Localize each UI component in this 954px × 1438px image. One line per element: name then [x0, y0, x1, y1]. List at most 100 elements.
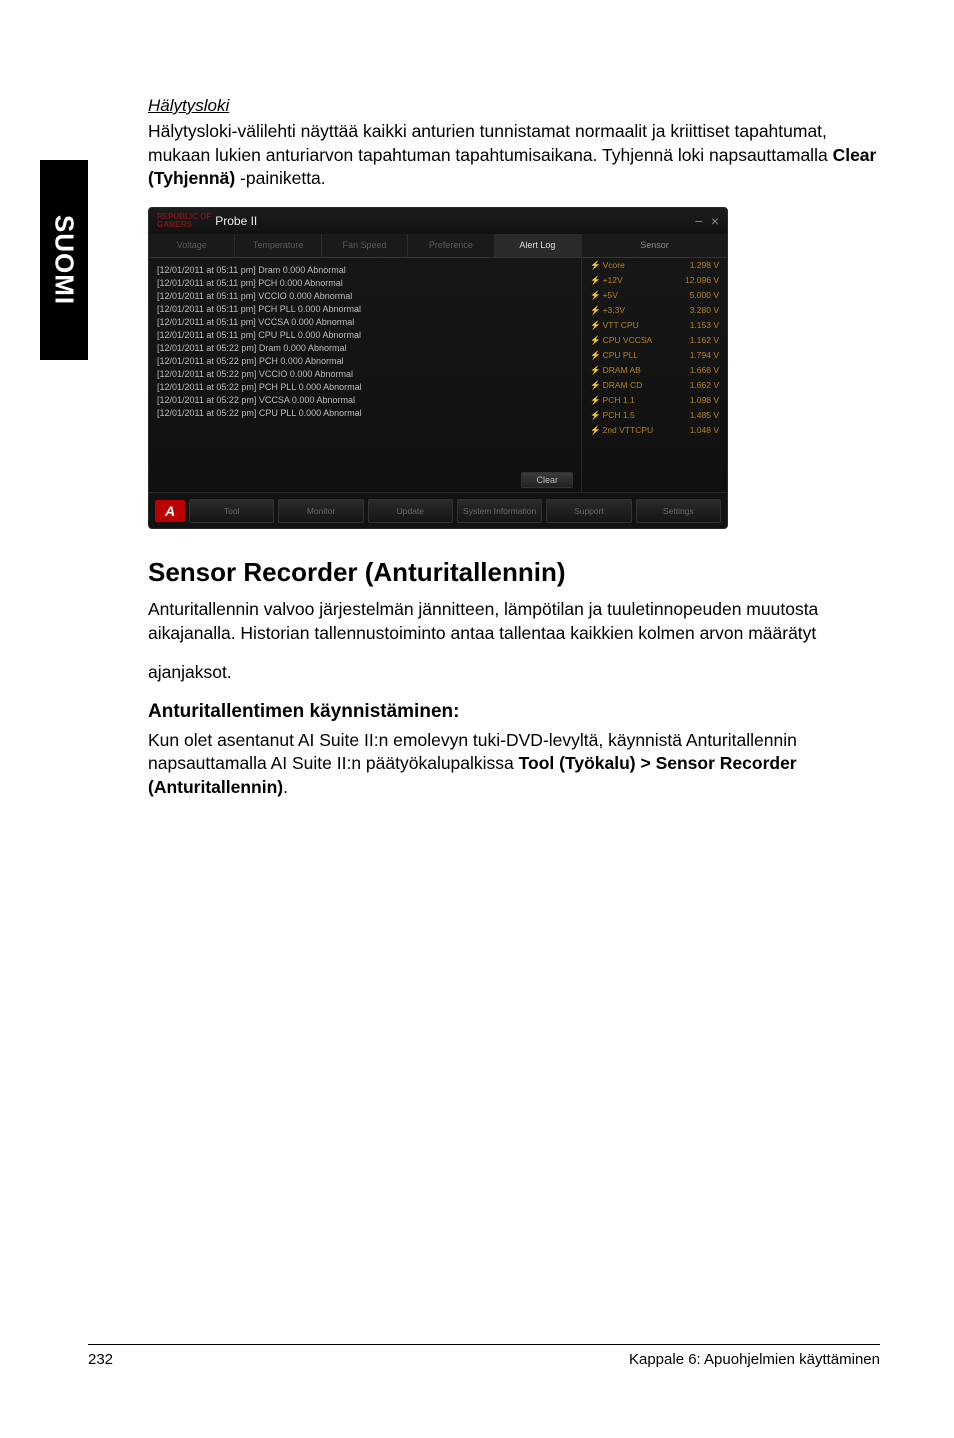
- sensor-value: 1.098 V: [690, 395, 719, 405]
- sensor-pane: Sensor ⚡Vcore1.298 V ⚡+12V12.096 V ⚡+5V5…: [581, 234, 727, 492]
- intro-paragraph: Hälytysloki-välilehti näyttää kaikki ant…: [148, 120, 880, 191]
- sensor-name: PCH 1.5: [603, 410, 635, 420]
- sensor-row: ⚡DRAM AB1.668 V: [582, 363, 727, 378]
- sensor-value: 1.794 V: [690, 350, 719, 360]
- page-content: Hälytysloki Hälytysloki-välilehti näyttä…: [148, 96, 880, 816]
- clear-row: Clear: [149, 468, 581, 492]
- tab-voltage[interactable]: Voltage: [149, 234, 235, 257]
- bolt-icon: ⚡: [590, 305, 601, 315]
- sensor-name: PCH 1.1: [603, 395, 635, 405]
- bolt-icon: ⚡: [590, 380, 601, 390]
- log-line: [12/01/2011 at 05:11 pm] CPU PLL 0.000 A…: [157, 329, 573, 342]
- brand: REPUBLIC OF GAMERS Probe II: [157, 213, 257, 229]
- log-line: [12/01/2011 at 05:22 pm] PCH PLL 0.000 A…: [157, 381, 573, 394]
- left-pane: Voltage Temperature Fan Speed Preference…: [149, 234, 581, 492]
- sensor-value: 1.298 V: [690, 260, 719, 270]
- sensor-header: Sensor: [582, 234, 727, 258]
- sensor-row: ⚡PCH 1.1 1.098 V: [582, 393, 727, 408]
- sensor-name: VTT CPU: [603, 320, 639, 330]
- sensor-recorder-para-tail: ajanjaksot.: [148, 661, 880, 685]
- sensor-name: +3.3V: [603, 305, 625, 315]
- side-language-label: SUOMI: [49, 215, 80, 305]
- start-subheading: Anturitallentimen käynnistäminen:: [148, 701, 880, 723]
- minimize-button[interactable]: −: [695, 213, 703, 229]
- log-line: [12/01/2011 at 05:22 pm] PCH 0.000 Abnor…: [157, 355, 573, 368]
- brand-bottom: GAMERS: [157, 221, 211, 229]
- start-paragraph: Kun olet asentanut AI Suite II:n emolevy…: [148, 729, 880, 800]
- sensor-recorder-para: Anturitallennin valvoo järjestelmän jänn…: [148, 598, 880, 645]
- system-info-button[interactable]: System Information: [457, 499, 542, 523]
- sensor-value: 1.153 V: [690, 320, 719, 330]
- log-line: [12/01/2011 at 05:22 pm] VCCSA 0.000 Abn…: [157, 394, 573, 407]
- sensor-recorder-heading: Sensor Recorder (Anturitallennin): [148, 557, 880, 588]
- bolt-icon: ⚡: [590, 350, 601, 360]
- tab-alert-log[interactable]: Alert Log: [495, 234, 581, 257]
- log-line: [12/01/2011 at 05:11 pm] Dram 0.000 Abno…: [157, 264, 573, 277]
- brand-logo-icon: A: [155, 500, 185, 522]
- titlebar: REPUBLIC OF GAMERS Probe II − ×: [149, 208, 727, 234]
- tab-temperature[interactable]: Temperature: [235, 234, 321, 257]
- intro-text: Hälytysloki-välilehti näyttää kaikki ant…: [148, 121, 833, 165]
- bolt-icon: ⚡: [590, 290, 601, 300]
- sensor-name: CPU VCCSA: [603, 335, 653, 345]
- log-line: [12/01/2011 at 05:22 pm] Dram 0.000 Abno…: [157, 342, 573, 355]
- log-line: [12/01/2011 at 05:22 pm] VCCIO 0.000 Abn…: [157, 368, 573, 381]
- sensor-row: ⚡2nd VTTCPU1.048 V: [582, 423, 727, 438]
- sensor-name: 2nd VTTCPU: [603, 425, 654, 435]
- support-button[interactable]: Support: [546, 499, 631, 523]
- sensor-name: Vcore: [603, 260, 625, 270]
- probe-ii-screenshot: REPUBLIC OF GAMERS Probe II − × Voltage …: [148, 207, 728, 529]
- side-language-tab: SUOMI: [40, 160, 88, 360]
- settings-button[interactable]: Settings: [636, 499, 721, 523]
- sensor-value: 12.096 V: [685, 275, 719, 285]
- brand-text: REPUBLIC OF GAMERS: [157, 213, 211, 229]
- sensor-row: ⚡DRAM CD 1.662 V: [582, 378, 727, 393]
- close-button[interactable]: ×: [711, 213, 719, 229]
- log-line: [12/01/2011 at 05:22 pm] CPU PLL 0.000 A…: [157, 407, 573, 420]
- alert-log-list: [12/01/2011 at 05:11 pm] Dram 0.000 Abno…: [149, 258, 581, 468]
- bolt-icon: ⚡: [590, 275, 601, 285]
- page-number: 232: [88, 1351, 113, 1368]
- sensor-row: ⚡+5V 5.000 V: [582, 288, 727, 303]
- log-line: [12/01/2011 at 05:11 pm] PCH PLL 0.000 A…: [157, 303, 573, 316]
- bolt-icon: ⚡: [590, 410, 601, 420]
- sensor-name: CPU PLL: [603, 350, 638, 360]
- monitor-button[interactable]: Monitor: [278, 499, 363, 523]
- sensor-value: 1.662 V: [690, 380, 719, 390]
- sensor-name: DRAM CD: [603, 380, 643, 390]
- sensor-row: ⚡PCH 1.5 1.485 V: [582, 408, 727, 423]
- app-body: Voltage Temperature Fan Speed Preference…: [149, 234, 727, 492]
- start-post: .: [283, 777, 288, 797]
- sensor-row: ⚡Vcore1.298 V: [582, 258, 727, 273]
- update-button[interactable]: Update: [368, 499, 453, 523]
- tab-row: Voltage Temperature Fan Speed Preference…: [149, 234, 581, 258]
- clear-button[interactable]: Clear: [521, 472, 573, 488]
- page-footer: 232 Kappale 6: Apuohjelmien käyttäminen: [88, 1344, 880, 1368]
- sensor-row: ⚡CPU PLL 1.794 V: [582, 348, 727, 363]
- log-line: [12/01/2011 at 05:11 pm] VCCSA 0.000 Abn…: [157, 316, 573, 329]
- tab-fan-speed[interactable]: Fan Speed: [322, 234, 408, 257]
- sensor-row: ⚡VTT CPU 1.153 V: [582, 318, 727, 333]
- bolt-icon: ⚡: [590, 395, 601, 405]
- section-title: Hälytysloki: [148, 96, 880, 116]
- sensor-name: +12V: [603, 275, 623, 285]
- bolt-icon: ⚡: [590, 320, 601, 330]
- sensor-value: 1.485 V: [690, 410, 719, 420]
- sensor-value: 1.162 V: [690, 335, 719, 345]
- sensor-name: +5V: [603, 290, 618, 300]
- app-name: Probe II: [215, 214, 257, 228]
- sensor-row: ⚡+12V 12.096 V: [582, 273, 727, 288]
- log-line: [12/01/2011 at 05:11 pm] VCCIO 0.000 Abn…: [157, 290, 573, 303]
- chapter-label: Kappale 6: Apuohjelmien käyttäminen: [629, 1351, 880, 1368]
- window-controls: − ×: [695, 213, 719, 229]
- bolt-icon: ⚡: [590, 365, 601, 375]
- tab-preference[interactable]: Preference: [408, 234, 494, 257]
- sensor-value: 1.048 V: [690, 425, 719, 435]
- footer-toolbar: A Tool Monitor Update System Information…: [149, 492, 727, 529]
- tool-button[interactable]: Tool: [189, 499, 274, 523]
- bolt-icon: ⚡: [590, 335, 601, 345]
- sensor-row: ⚡CPU VCCSA 1.162 V: [582, 333, 727, 348]
- sensor-value: 3.280 V: [690, 305, 719, 315]
- sensor-value: 5.000 V: [690, 290, 719, 300]
- sensor-value: 1.668 V: [690, 365, 719, 375]
